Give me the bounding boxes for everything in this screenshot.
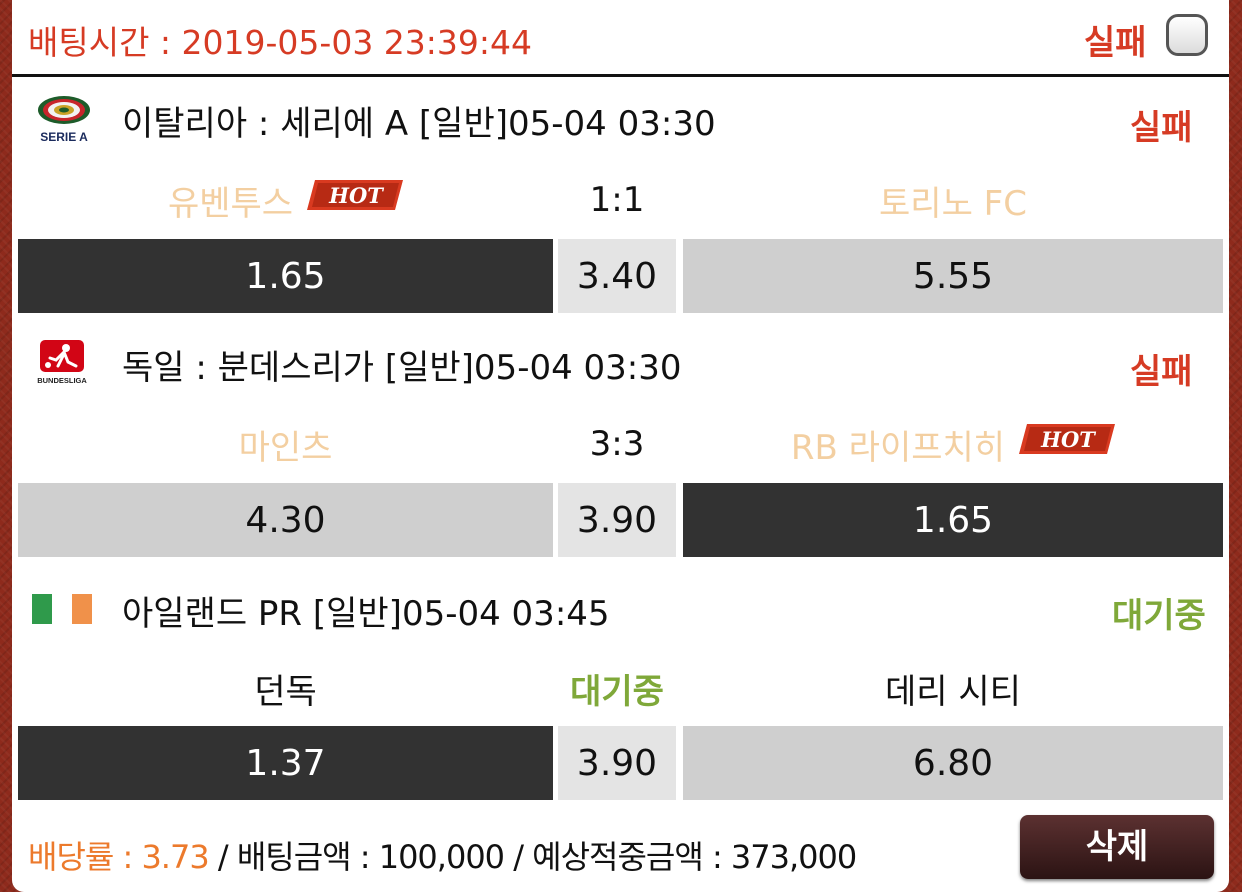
svg-text:SERIE A: SERIE A (40, 130, 88, 144)
match-3-home-odd[interactable]: 1.37 (18, 726, 553, 800)
match-2-home-odd[interactable]: 4.30 (18, 483, 553, 557)
svg-text:HOT: HOT (1040, 427, 1096, 452)
match-1-score: 1:1 (589, 180, 645, 220)
match-1-away-odd[interactable]: 5.55 (683, 239, 1223, 313)
match-3-score: 대기중 (570, 672, 664, 712)
odds-rate: 배당률 : 3.73 (28, 838, 210, 876)
match-3-league-title: 아일랜드 PR [일반]05-04 03:45 (122, 594, 610, 634)
delete-button[interactable]: 삭제 (1020, 815, 1214, 879)
serie-a-logo: SERIE A (34, 94, 94, 144)
hot-badge: HOT (1019, 423, 1116, 455)
match-2-home-team: 마인츠 (238, 428, 333, 468)
bet-slip-card: 배팅시간 : 2019-05-03 23:39:44 실패 SERIE A 이탈… (12, 0, 1229, 892)
match-1-away-team: 토리노 FC (879, 184, 1027, 224)
match-3-status: 대기중 (1112, 596, 1206, 636)
bet-header: 배팅시간 : 2019-05-03 23:39:44 실패 (12, 0, 1229, 77)
select-checkbox[interactable] (1166, 14, 1208, 56)
bet-amounts: / 배팅금액 : 100,000 / 예상적중금액 : 373,000 (208, 838, 857, 876)
match-2-league-title: 독일 : 분데스리가 [일반]05-04 03:30 (122, 348, 682, 388)
bet-time: 배팅시간 : 2019-05-03 23:39:44 (28, 23, 533, 62)
match-2-draw-odd[interactable]: 3.90 (558, 483, 676, 557)
match-3-away-odd[interactable]: 6.80 (683, 726, 1223, 800)
bet-summary: 배당률 : 3.73 / 배팅금액 : 100,000 / 예상적중금액 : 3… (28, 832, 857, 878)
match-2-status: 실패 (1130, 352, 1193, 392)
match-1-league-title: 이탈리아 : 세리에 A [일반]05-04 03:30 (122, 104, 716, 144)
match-2-away-team: RB 라이프치히 HOT (683, 420, 1223, 469)
match-1-status: 실패 (1130, 108, 1193, 148)
match-1-home-team: 유벤투스 HOT (18, 176, 553, 225)
bet-result-status: 실패 (1084, 23, 1147, 63)
hot-badge: HOT (307, 179, 404, 211)
svg-text:BUNDESLIGA: BUNDESLIGA (37, 376, 87, 385)
bundesliga-logo: BUNDESLIGA (34, 338, 94, 386)
match-1-draw-odd[interactable]: 3.40 (558, 239, 676, 313)
match-3-draw-odd[interactable]: 3.90 (558, 726, 676, 800)
match-3-home-team: 던독 (254, 672, 317, 712)
svg-text:HOT: HOT (328, 183, 384, 208)
match-3-away-team: 데리 시티 (885, 672, 1021, 712)
match-2-score: 3:3 (589, 424, 645, 464)
match-2-away-odd[interactable]: 1.65 (683, 483, 1223, 557)
ireland-flag-icon (32, 594, 94, 624)
match-1-home-odd[interactable]: 1.65 (18, 239, 553, 313)
